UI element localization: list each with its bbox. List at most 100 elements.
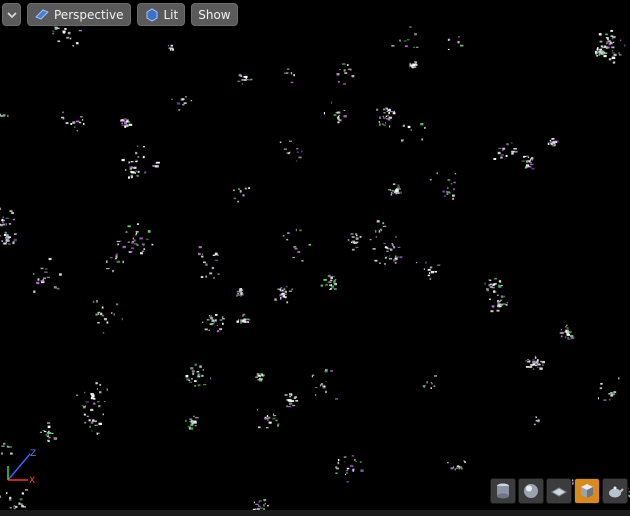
particle-speck [246, 318, 250, 320]
particle-speck [72, 121, 76, 124]
particle-speck [388, 189, 391, 191]
particle-speck [121, 158, 125, 162]
particle-speck [53, 437, 58, 440]
particle-speck [325, 381, 327, 383]
particle-speck [350, 464, 354, 468]
particle-speck [121, 317, 123, 321]
particle-speck [240, 75, 243, 77]
particle-speck [379, 262, 381, 264]
particle-speck [379, 116, 382, 119]
custom-mesh-view-button[interactable] [602, 478, 628, 504]
particle-speck [540, 360, 542, 363]
particle-speck [204, 328, 208, 331]
particle-speck [141, 250, 145, 252]
particle-speck [255, 503, 259, 505]
particle-speck [284, 290, 287, 293]
particle-speck [420, 123, 424, 126]
particle-speck [421, 138, 424, 141]
particle-speck [48, 257, 52, 261]
particle-speck [308, 243, 312, 246]
particle-speck [299, 229, 302, 232]
particle-speck [612, 61, 616, 64]
particle-speck [612, 36, 616, 39]
particle-speck [566, 324, 568, 327]
particle-speck [96, 432, 100, 434]
particle-speck [221, 316, 224, 319]
particle-speck [116, 255, 118, 258]
particle-speck [203, 261, 206, 264]
particle-speck [460, 467, 463, 470]
particle-speck [121, 122, 124, 125]
particle-speck [598, 397, 599, 400]
particle-speck [382, 225, 387, 227]
particle-speck [293, 74, 295, 77]
particle-speck [288, 403, 293, 405]
particle-speck [384, 257, 387, 259]
particle-speck [336, 116, 340, 119]
particle-speck [106, 388, 108, 391]
particle-speck [127, 241, 130, 243]
particle-speck [552, 141, 555, 144]
particle-speck [69, 37, 72, 40]
particle-speck [137, 156, 140, 158]
sphere-view-button[interactable] [518, 478, 544, 504]
perspective-button[interactable]: Perspective [27, 3, 131, 26]
particle-speck [424, 126, 426, 129]
lit-mode-icon [146, 7, 157, 22]
particle-speck [255, 376, 258, 378]
particle-speck [528, 160, 530, 163]
particle-speck [486, 289, 489, 292]
particle-speck [106, 321, 109, 324]
particle-speck [378, 123, 381, 126]
particle-speck [2, 223, 5, 226]
particle-speck [387, 114, 389, 117]
particle-speck [54, 27, 58, 30]
particle-speck [339, 68, 341, 70]
particle-speck [460, 44, 464, 47]
particle-speck [383, 242, 386, 245]
particle-speck [214, 259, 218, 261]
particle-speck [560, 329, 562, 331]
viewport-options-button[interactable] [2, 3, 21, 26]
particle-speck [134, 234, 137, 236]
particle-speck [397, 256, 399, 258]
particle-speck [122, 245, 126, 249]
particle-speck [47, 432, 52, 434]
particle-speck [323, 279, 327, 281]
cube-view-button[interactable] [574, 478, 600, 504]
particle-speck [384, 263, 386, 265]
particle-speck [547, 142, 550, 145]
editor-viewport[interactable]: Perspective Lit Show Z X [0, 0, 630, 516]
particle-speck [193, 420, 197, 423]
particle-speck [111, 312, 113, 314]
cylinder-view-button[interactable] [490, 478, 516, 504]
particle-speck [613, 41, 615, 43]
particle-speck [329, 288, 332, 290]
axis-x-label: X [29, 476, 35, 486]
particle-speck [272, 417, 276, 420]
particle-speck [222, 322, 224, 325]
particle-speck [65, 122, 69, 125]
particle-speck [135, 151, 138, 155]
particle-speck [212, 319, 214, 321]
particle-speck [72, 44, 75, 47]
particle-speck [595, 50, 597, 53]
particle-speck [115, 253, 118, 256]
particle-speck [3, 442, 6, 445]
particle-speck [198, 246, 202, 249]
particle-speck [458, 467, 460, 470]
particle-speck [486, 288, 489, 290]
particle-speck [430, 382, 432, 384]
particle-speck [315, 394, 317, 396]
particle-speck [410, 129, 412, 131]
particle-speck [239, 74, 241, 77]
show-button[interactable]: Show [191, 3, 238, 26]
particle-speck [502, 147, 506, 150]
plane-view-button[interactable] [546, 478, 572, 504]
particle-speck [208, 329, 210, 331]
particle-speck [292, 256, 296, 259]
particle-speck [498, 305, 500, 308]
lit-button[interactable]: Lit [136, 3, 186, 26]
particle-speck [374, 259, 378, 262]
particle-speck [286, 68, 290, 70]
